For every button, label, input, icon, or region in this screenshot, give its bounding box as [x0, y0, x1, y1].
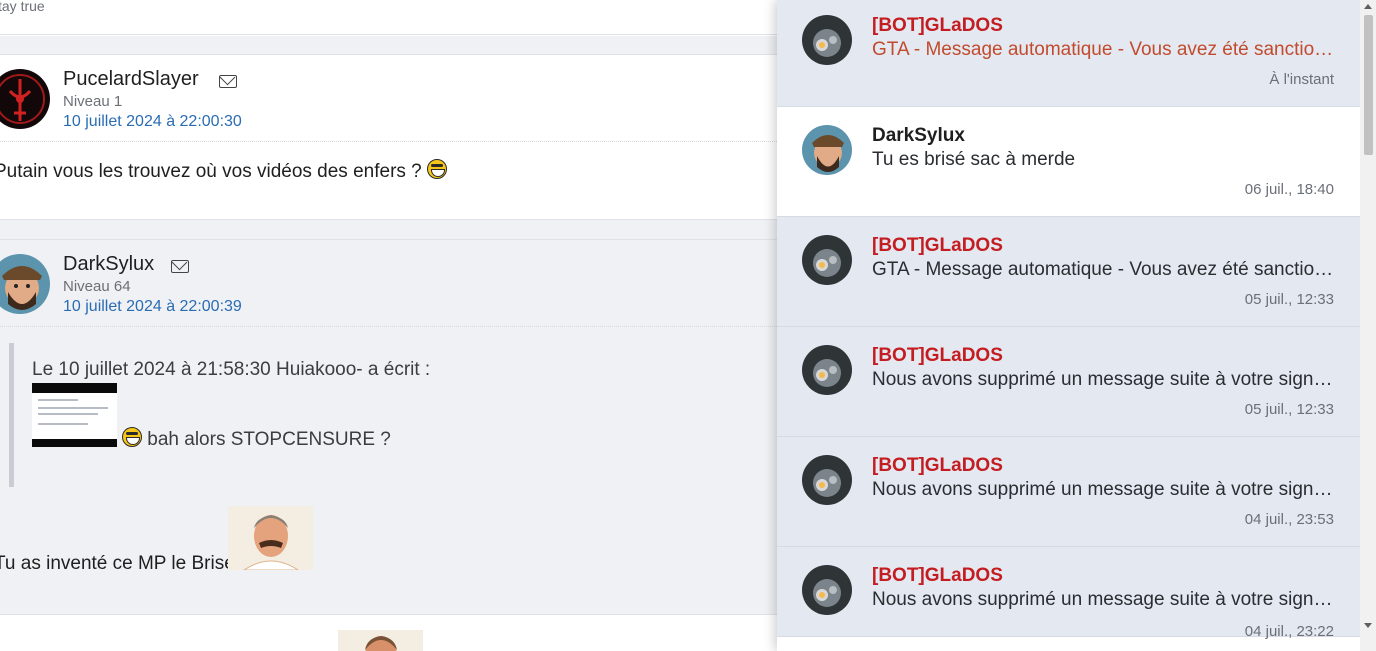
glados-avatar-icon — [802, 455, 852, 505]
notification-message: Nous avons supprimé un message suite à v… — [872, 589, 1334, 610]
blockquote: Le 10 juillet 2024 à 21:58:30 Huiakooo- … — [9, 343, 709, 487]
notification-time: 05 juil., 12:33 — [1244, 401, 1334, 418]
forum-post — [0, 615, 777, 651]
post-date-link[interactable]: 10 juillet 2024 à 22:00:30 — [63, 113, 242, 131]
user-level: Niveau 64 — [63, 278, 131, 295]
post-divider — [0, 220, 777, 239]
notifications-panel: [BOT]GLaDOS GTA - Message automatique - … — [777, 0, 1376, 651]
notification-item[interactable]: [BOT]GLaDOS Nous avons supprimé un messa… — [777, 327, 1360, 437]
bot-avatar — [802, 565, 852, 615]
avatar[interactable] — [0, 69, 50, 129]
quoted-screenshot-thumbnail[interactable] — [32, 383, 117, 447]
scroll-up-arrow-icon[interactable] — [1364, 4, 1372, 9]
glados-avatar-icon — [802, 15, 852, 65]
avatar-image — [0, 254, 50, 314]
notification-time: 06 juil., 18:40 — [1244, 181, 1334, 198]
meme-thumbnail[interactable] — [338, 630, 423, 651]
notification-sender: [BOT]GLaDOS — [872, 565, 1003, 586]
bot-avatar — [802, 15, 852, 65]
notification-message: GTA - Message automatique - Vous avez ét… — [872, 39, 1334, 60]
meme-image — [338, 630, 423, 651]
notification-sender: [BOT]GLaDOS — [872, 15, 1003, 36]
panel-scrollbar[interactable] — [1360, 0, 1376, 651]
meme-thumbnail[interactable] — [228, 506, 313, 570]
forum-post: DarkSylux Niveau 64 10 juillet 2024 à 22… — [0, 239, 777, 615]
post-body: Putain vous les trouvez où vos vidéos de… — [0, 159, 448, 183]
user-avatar — [802, 125, 852, 175]
bot-avatar — [802, 455, 852, 505]
post-username[interactable]: DarkSylux — [63, 253, 154, 276]
censor-bar — [32, 383, 117, 393]
previous-post-text: tay true — [0, 0, 45, 14]
notification-item[interactable]: [BOT]GLaDOS Nous avons supprimé un messa… — [777, 437, 1360, 547]
send-mp-icon[interactable] — [171, 260, 189, 273]
post-username[interactable]: PucelardSlayer — [63, 68, 199, 91]
notification-time: 05 juil., 12:33 — [1244, 291, 1334, 308]
notification-item[interactable]: [BOT]GLaDOS Nous avons supprimé un messa… — [777, 547, 1360, 640]
censor-bar — [32, 439, 117, 447]
notification-message: Tu es brisé sac à merde — [872, 149, 1076, 170]
notification-sender: [BOT]GLaDOS — [872, 455, 1003, 476]
user-level: Niveau 1 — [63, 93, 123, 110]
meme-image — [228, 506, 313, 570]
avatar-image — [0, 69, 50, 129]
thumbnail-detail — [38, 399, 78, 401]
glados-avatar-icon — [802, 345, 852, 395]
post-header-separator — [0, 141, 777, 142]
notification-time: 04 juil., 23:22 — [1244, 623, 1334, 640]
notification-message: Nous avons supprimé un message suite à v… — [872, 479, 1334, 500]
laughing-smiley-icon — [427, 159, 448, 179]
notification-item[interactable]: DarkSylux Tu es brisé sac à merde 06 jui… — [777, 107, 1360, 217]
thumbnail-detail — [38, 407, 108, 409]
quote-body-text: bah alors STOPCENSURE ? — [147, 429, 391, 450]
notification-sender: [BOT]GLaDOS — [872, 345, 1003, 366]
scrollbar-thumb[interactable] — [1364, 15, 1373, 155]
notification-message: GTA - Message automatique - Vous avez ét… — [872, 259, 1334, 280]
bot-avatar — [802, 235, 852, 285]
previous-post-fragment: tay true — [0, 0, 777, 35]
avatar[interactable] — [0, 254, 50, 314]
bot-avatar — [802, 345, 852, 395]
post-body-text: Putain vous les trouvez où vos vidéos de… — [0, 161, 422, 182]
send-mp-icon[interactable] — [219, 75, 237, 88]
post-header-separator — [0, 326, 777, 327]
darksylux-avatar-icon — [802, 125, 852, 175]
notification-sender: [BOT]GLaDOS — [872, 235, 1003, 256]
post-divider — [0, 36, 777, 54]
laughing-smiley-icon — [122, 427, 142, 447]
forum-topic: tay true PucelardSlayer Niveau 1 10 juil… — [0, 0, 777, 651]
notification-item[interactable]: [BOT]GLaDOS GTA - Message automatique - … — [777, 217, 1360, 327]
quote-body: bah alors STOPCENSURE ? — [122, 427, 391, 451]
glados-avatar-icon — [802, 235, 852, 285]
thumbnail-detail — [38, 413, 98, 415]
notification-time: À l'instant — [1269, 71, 1334, 88]
post-date-link[interactable]: 10 juillet 2024 à 22:00:39 — [63, 298, 242, 316]
notification-sender: DarkSylux — [872, 125, 965, 146]
notification-time: 04 juil., 23:53 — [1244, 511, 1334, 528]
post-body: Tu as inventé ce MP le Brisé — [0, 553, 235, 574]
quote-header: Le 10 juillet 2024 à 21:58:30 Huiakooo- … — [32, 359, 431, 380]
notification-message: Nous avons supprimé un message suite à v… — [872, 369, 1334, 390]
scroll-down-arrow-icon[interactable] — [1364, 623, 1372, 628]
thumbnail-detail — [38, 423, 88, 425]
glados-avatar-icon — [802, 565, 852, 615]
forum-post: PucelardSlayer Niveau 1 10 juillet 2024 … — [0, 54, 777, 220]
notification-item[interactable]: [BOT]GLaDOS GTA - Message automatique - … — [777, 0, 1360, 107]
